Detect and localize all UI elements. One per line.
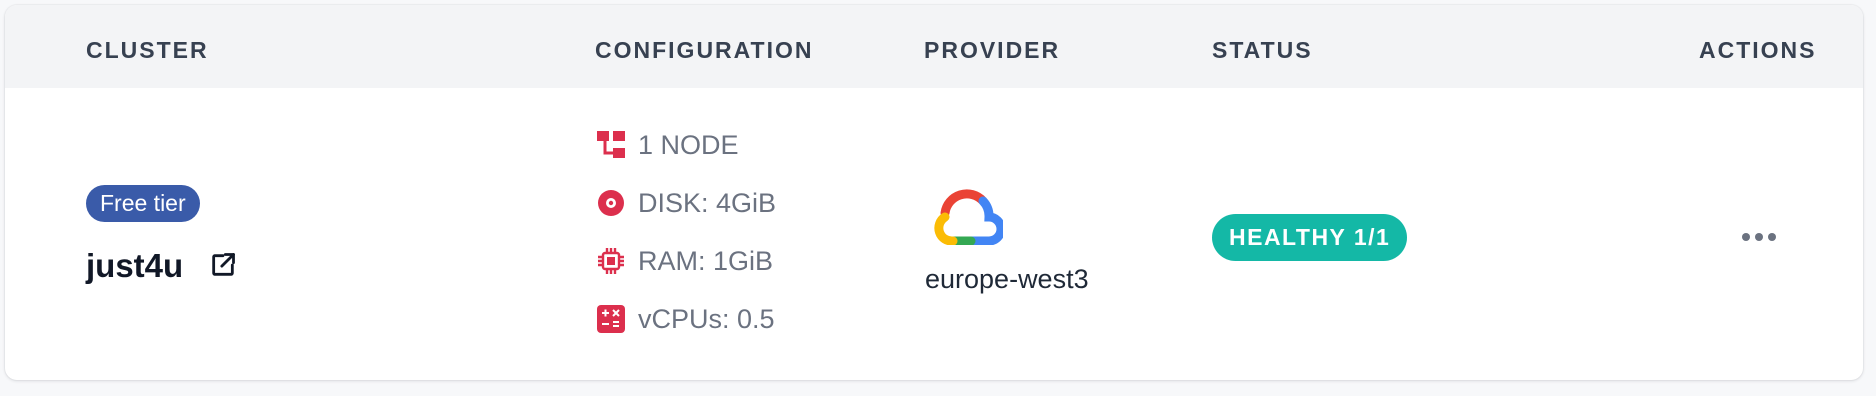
column-header-provider: PROVIDER [924,37,1061,63]
calculator-icon [596,304,626,334]
provider-region: europe-west3 [925,264,1089,294]
column-header-cluster: CLUSTER [86,37,209,63]
config-vcpus-text: vCPUs: 0.5 [638,304,775,334]
column-header-actions: ACTIONS [1699,37,1817,63]
config-ram-text: RAM: 1GiB [638,246,774,276]
column-header-configuration: CONFIGURATION [595,37,814,63]
cpu-chip-icon [596,246,626,276]
nodes-icon [596,130,626,160]
external-link-icon[interactable] [209,251,237,279]
google-cloud-icon [931,187,1006,246]
column-header-status: STATUS [1212,37,1313,63]
config-ram: RAM: 1GiB [596,245,773,277]
status-badge: HEALTHY 1/1 [1212,214,1408,261]
free-tier-badge: Free tier [86,185,200,222]
clusters-table: CLUSTER CONFIGURATION PROVIDER STATUS AC… [5,5,1863,380]
more-horizontal-icon [1741,229,1777,247]
config-nodes-text: 1 NODE [638,130,739,160]
cluster-name[interactable]: just4u [86,246,183,286]
config-vcpus: vCPUs: 0.5 [596,303,775,335]
config-disk-text: DISK: 4GiB [638,188,777,218]
disk-icon [596,188,626,218]
config-disk: DISK: 4GiB [596,187,776,219]
row-actions-button[interactable] [1731,223,1787,253]
table-header: CLUSTER CONFIGURATION PROVIDER STATUS AC… [5,5,1863,88]
config-nodes: 1 NODE [596,129,739,161]
